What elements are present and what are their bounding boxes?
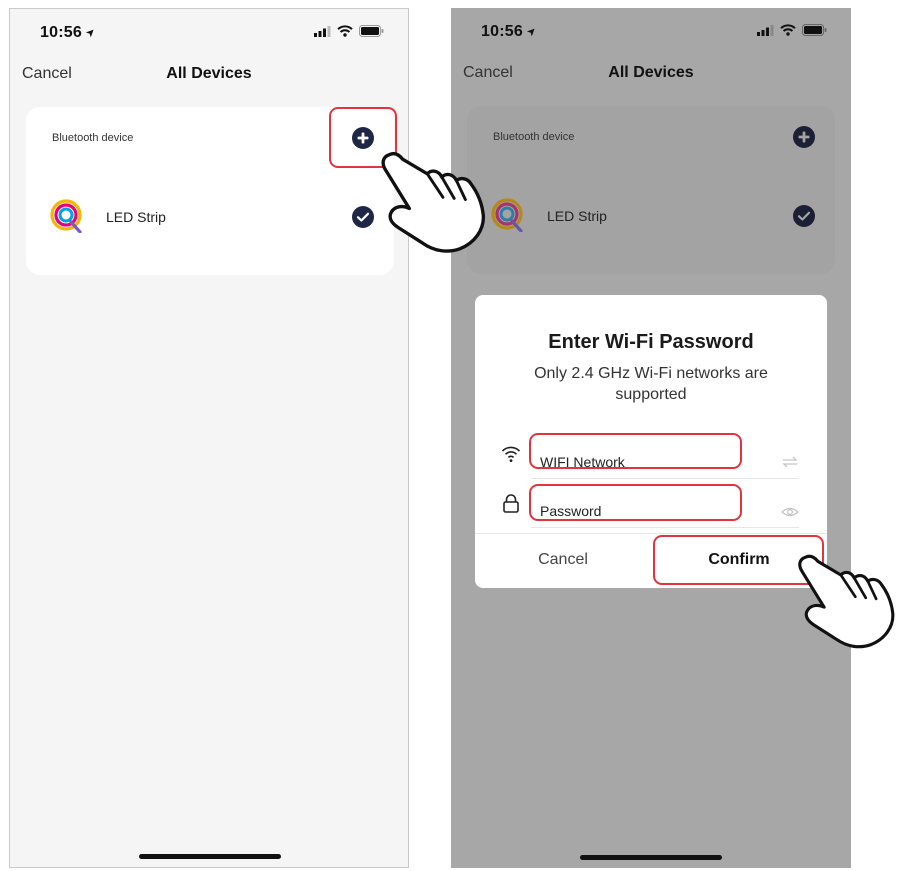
location-arrow-icon: ➤ [524,24,540,40]
status-bar: 10:56➤ [451,8,851,52]
wifi-icon [501,446,521,462]
dialog-subtitle: Only 2.4 GHz Wi-Fi networks are supporte… [534,365,768,403]
section-header: Bluetooth device [52,132,134,144]
wifi-icon [780,24,796,36]
dialog-cancel-button[interactable]: Cancel [475,551,651,569]
home-indicator [580,855,722,860]
signal-icon [314,25,331,37]
location-arrow-icon: ➤ [83,25,99,41]
battery-icon [802,24,827,36]
highlight-password-field [529,484,742,521]
section-header: Bluetooth device [493,131,575,143]
eye-icon[interactable] [781,505,799,519]
home-indicator [139,854,281,859]
dialog-divider [475,533,827,534]
nav-bar: Cancel All Devices [451,56,851,96]
device-name[interactable]: LED Strip [106,209,166,225]
wifi-icon [337,25,353,37]
swap-icon[interactable] [781,455,799,469]
status-time: 10:56➤ [40,24,99,41]
signal-icon [757,24,774,36]
lock-icon [503,494,519,513]
highlight-wifi-field [529,433,742,469]
pointing-hand-icon [798,554,895,649]
device-card: Bluetooth device LED Strip [467,106,835,274]
status-icons [314,25,384,37]
pointing-hand-icon [381,151,485,253]
nav-bar: Cancel All Devices [10,57,408,97]
status-time: 10:56➤ [481,23,540,40]
field-divider [531,478,799,479]
led-strip-logo-icon [50,199,82,233]
dialog-title: Enter Wi-Fi Password [548,331,754,353]
status-icons [757,24,827,36]
page-title: All Devices [608,64,694,81]
add-circle-icon[interactable] [793,126,815,148]
battery-icon [359,25,384,37]
led-strip-logo-icon [491,198,523,232]
device-name[interactable]: LED Strip [547,208,607,224]
page-title: All Devices [166,65,252,82]
check-circle-icon[interactable] [352,206,374,228]
status-bar: 10:56➤ [10,9,408,53]
check-circle-icon[interactable] [793,205,815,227]
field-divider [531,527,799,528]
